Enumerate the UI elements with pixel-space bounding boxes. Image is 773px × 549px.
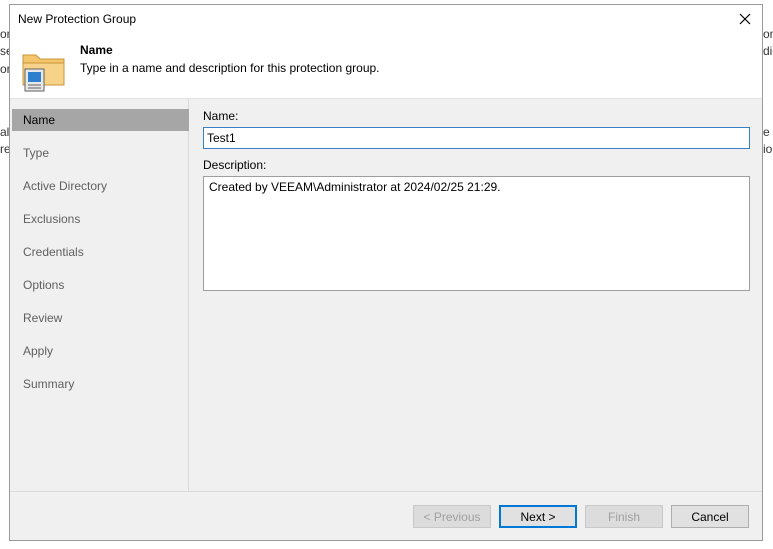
step-name[interactable]: Name (12, 109, 189, 131)
background-text-fragment: om (763, 27, 773, 41)
step-exclusions[interactable]: Exclusions (12, 208, 189, 230)
background-text-fragment: io (763, 142, 773, 156)
new-protection-group-dialog: New Protection Group Name Type in a name… (9, 4, 763, 541)
description-input[interactable]: Created by VEEAM\Administrator at 2024/0… (203, 176, 750, 291)
wizard-steps-sidebar: Name Type Active Directory Exclusions Cr… (10, 99, 189, 491)
name-label: Name: (203, 109, 239, 123)
background-text-fragment: dic (763, 44, 773, 58)
step-apply[interactable]: Apply (12, 340, 189, 362)
close-icon (739, 13, 751, 25)
name-input[interactable] (203, 127, 750, 149)
finish-button[interactable]: Finish (585, 505, 663, 528)
step-review[interactable]: Review (12, 307, 189, 329)
wizard-content: Name: Description: Created by VEEAM\Admi… (190, 99, 762, 491)
background-text-fragment: al (0, 125, 10, 139)
step-credentials[interactable]: Credentials (12, 241, 189, 263)
title-bar: New Protection Group (10, 5, 762, 35)
cancel-button[interactable]: Cancel (671, 505, 749, 528)
wizard-footer: < Previous Next > Finish Cancel (10, 491, 762, 540)
header-title: Name (80, 43, 113, 57)
window-title: New Protection Group (18, 12, 137, 26)
previous-button[interactable]: < Previous (413, 505, 491, 528)
step-options[interactable]: Options (12, 274, 189, 296)
background-text-fragment: e (763, 125, 770, 139)
next-button[interactable]: Next > (499, 505, 577, 528)
header-subtitle: Type in a name and description for this … (80, 61, 380, 75)
wizard-header: Name Type in a name and description for … (10, 35, 762, 99)
step-active-directory[interactable]: Active Directory (12, 175, 189, 197)
description-label: Description: (203, 158, 267, 172)
step-type[interactable]: Type (12, 142, 189, 164)
step-summary[interactable]: Summary (12, 373, 189, 395)
folder-computer-icon (22, 54, 65, 92)
close-button[interactable] (732, 7, 758, 31)
